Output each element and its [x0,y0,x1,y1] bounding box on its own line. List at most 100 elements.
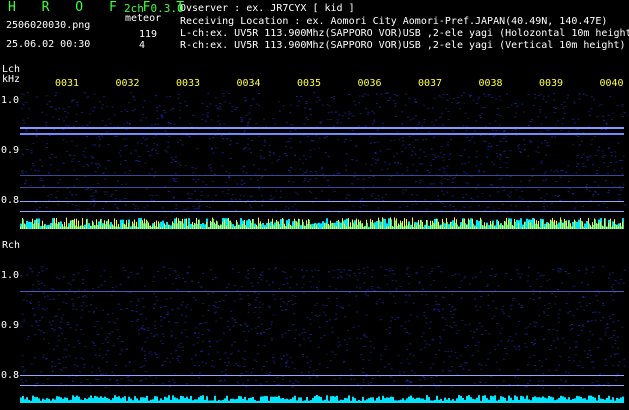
noise-speck [89,113,92,115]
noise-speck [152,136,155,138]
noise-speck [58,327,61,329]
noise-speck [607,382,610,384]
noise-speck [305,117,308,119]
noise-speck [295,329,297,331]
noise-speck [154,123,157,125]
noise-speck [247,311,250,313]
power-bar [348,395,350,403]
noise-speck [156,334,159,336]
noise-speck [348,274,351,276]
power-spike [250,220,251,229]
noise-speck [527,275,530,277]
noise-speck [62,139,65,141]
noise-speck [67,324,69,326]
noise-speck [558,364,561,366]
power-spike [220,224,221,229]
noise-speck [576,166,579,167]
noise-speck [606,172,609,174]
noise-speck [141,298,144,300]
noise-speck [621,326,624,328]
noise-speck [141,349,144,350]
noise-speck [154,320,157,322]
noise-speck [483,171,486,173]
noise-speck [319,122,322,124]
noise-speck [94,344,97,346]
noise-speck [356,279,359,281]
noise-speck [540,162,543,164]
noise-speck [393,139,396,141]
noise-speck [28,267,31,269]
noise-speck [582,324,584,326]
noise-speck [488,333,491,335]
noise-speck [439,152,442,154]
noise-speck [576,128,579,130]
power-bar [406,398,408,403]
noise-speck [354,275,357,277]
noise-speck [105,373,108,375]
noise-speck [464,112,467,114]
noise-speck [104,193,107,195]
noise-speck [137,318,140,320]
noise-speck [258,307,261,309]
noise-speck [192,172,195,174]
noise-speck [510,104,513,106]
noise-speck [166,311,169,313]
power-bar [306,396,308,403]
noise-speck [588,302,591,304]
noise-speck [257,344,260,346]
noise-speck [505,353,508,354]
noise-speck [453,321,456,323]
noise-speck [559,355,562,357]
noise-speck [546,280,549,282]
noise-speck [352,326,355,328]
noise-speck [622,155,625,157]
power-bar [526,218,528,229]
noise-speck [38,304,41,306]
power-spike [294,218,295,229]
noise-speck [542,203,545,205]
power-bar [26,397,28,403]
noise-speck [463,277,466,279]
noise-speck [600,339,603,341]
noise-speck [98,367,100,369]
noise-speck [231,106,234,108]
noise-speck [494,276,497,278]
noise-speck [124,365,127,367]
noise-speck [408,333,411,335]
noise-speck [179,342,182,344]
noise-speck [376,286,379,288]
noise-speck [149,351,152,353]
power-spike [206,221,207,229]
power-bar [538,397,540,403]
power-spike [112,224,113,229]
noise-speck [608,315,611,317]
noise-speck [93,205,96,207]
power-spike [90,225,91,229]
noise-speck [89,382,92,384]
noise-speck [401,137,404,139]
noise-speck [373,289,376,291]
noise-speck [261,271,264,273]
noise-speck [139,367,142,368]
noise-speck [601,150,604,152]
noise-speck [285,309,288,311]
noise-speck [618,199,621,201]
power-bar [488,399,490,403]
noise-speck [124,172,127,174]
noise-speck [214,312,216,314]
noise-speck [521,103,524,105]
noise-speck [418,281,421,283]
noise-speck [233,319,236,321]
noise-speck [321,104,324,106]
noise-speck [310,270,313,272]
noise-speck [596,170,599,171]
noise-speck [169,297,172,299]
noise-speck [565,302,568,304]
noise-speck [62,356,65,358]
power-spike [534,218,535,229]
noise-speck [466,345,469,347]
noise-speck [145,318,148,320]
noise-speck [306,362,309,364]
noise-speck [422,139,424,141]
noise-speck [617,282,620,284]
